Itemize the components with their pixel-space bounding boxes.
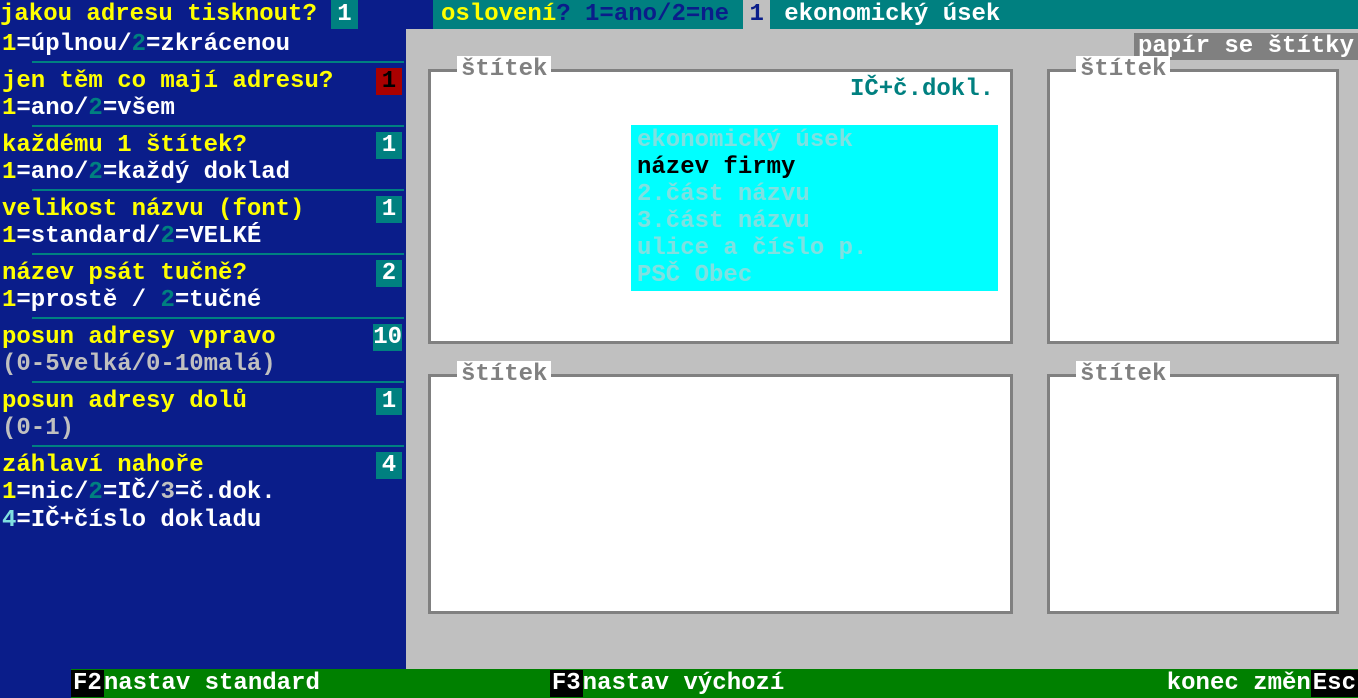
opt-adresu-value[interactable]: 1 <box>376 68 402 95</box>
opt-adresu-label: jen těm co mají adresu? <box>2 68 333 95</box>
opt-bold-value[interactable]: 2 <box>376 260 402 287</box>
label-box-4: štítek <box>1047 374 1339 614</box>
f2-key[interactable]: F2 <box>71 670 104 697</box>
status-bar: F2 nastav standard F3 nastav výchozí kon… <box>0 669 1358 698</box>
opt-stitek-value[interactable]: 1 <box>376 132 402 159</box>
f3-label: nastav výchozí <box>583 670 785 697</box>
opt-font-label: velikost názvu (font) <box>2 196 304 223</box>
top-q2-value[interactable]: 1 <box>743 0 769 29</box>
top-q2-extra: ekonomický úsek <box>784 0 1000 29</box>
opt-stitek-label: každému 1 štítek? <box>2 132 247 159</box>
f2-label: nastav standard <box>104 670 320 697</box>
top-q1-label: jakou adresu tisknout? <box>0 0 317 29</box>
opt-bold-label: název psát tučně? <box>2 260 247 287</box>
f3-key[interactable]: F3 <box>550 670 583 697</box>
label-box-3: štítek <box>428 374 1013 614</box>
options-panel: 1=úplnou/2=zkrácenou jen těm co mají adr… <box>0 29 406 669</box>
end-label: konec změn <box>1167 670 1311 697</box>
top-q2-help: 1=ano/2=ne <box>585 0 729 29</box>
opt-down-label: posun adresy dolů <box>2 388 247 415</box>
label-box-2: štítek <box>1047 69 1339 344</box>
label-box-1: štítek IČ+č.dokl. ekonomický úsek název … <box>428 69 1013 344</box>
top-q1-value[interactable]: 1 <box>331 0 357 29</box>
top-q2-label: oslovení <box>441 0 556 29</box>
opt-header-value[interactable]: 4 <box>376 452 402 479</box>
opt-font-value[interactable]: 1 <box>376 196 402 223</box>
esc-key[interactable]: Esc <box>1311 670 1358 697</box>
opt-right-value[interactable]: 10 <box>373 324 402 351</box>
address-block: ekonomický úsek název firmy 2.část názvu… <box>631 125 998 291</box>
preview-panel: papír se štítky štítek IČ+č.dokl. ekonom… <box>406 29 1358 669</box>
opt-down-value[interactable]: 1 <box>376 388 402 415</box>
opt-header-label: záhlaví nahoře <box>2 452 204 479</box>
opt-right-label: posun adresy vpravo <box>2 324 276 351</box>
